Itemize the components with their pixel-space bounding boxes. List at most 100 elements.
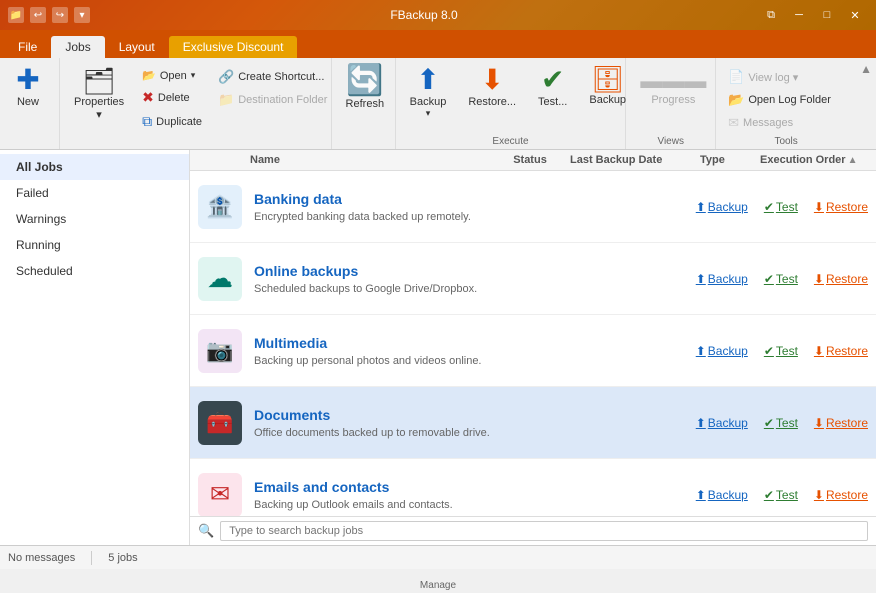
open-button[interactable]: 📂 Open ▾ xyxy=(136,66,208,85)
col-status: Status xyxy=(490,154,570,166)
job-desc-emails: Backing up Outlook emails and contacts. xyxy=(254,499,696,511)
tools-col: 📄 View log ▾ 📂 Open Log Folder ✉ Message… xyxy=(722,62,837,134)
sidebar-item-warnings[interactable]: Warnings xyxy=(0,206,189,232)
down-arrow-icon[interactable]: ▾ xyxy=(74,7,90,23)
job-row-emails[interactable]: ✉ Emails and contacts Backing up Outlook… xyxy=(190,459,876,516)
redo-icon[interactable]: ↪ xyxy=(52,7,68,23)
job-actions-emails: ⬆ Backup ✔ Test ⬇ Restore xyxy=(696,488,868,502)
column-headers: Name Status Last Backup Date Type Execut… xyxy=(190,150,876,171)
ribbon-tabs: File Jobs Layout Exclusive Discount xyxy=(0,30,876,58)
tools-content: 📄 View log ▾ 📂 Open Log Folder ✉ Message… xyxy=(722,62,837,134)
status-divider xyxy=(91,551,92,565)
job-desc-online: Scheduled backups to Google Drive/Dropbo… xyxy=(254,283,696,295)
online-backup-link[interactable]: ⬆ Backup xyxy=(696,272,748,286)
job-row-online[interactable]: ☁ Online backups Scheduled backups to Go… xyxy=(190,243,876,315)
emails-test-link[interactable]: ✔ Test xyxy=(764,488,798,502)
refresh-content: 🔄 Refresh xyxy=(338,62,393,147)
job-list-area: Name Status Last Backup Date Type Execut… xyxy=(190,150,876,545)
tab-layout[interactable]: Layout xyxy=(105,36,169,58)
job-title-banking: Banking data xyxy=(254,191,696,207)
tab-jobs[interactable]: Jobs xyxy=(51,36,104,58)
restore-button[interactable]: ⬇ Restore... xyxy=(460,62,524,112)
views-group-label: Views xyxy=(632,136,709,147)
app-title: FBackup 8.0 xyxy=(90,8,758,22)
refresh-button[interactable]: 🔄 Refresh xyxy=(338,62,393,114)
job-actions-online: ⬆ Backup ✔ Test ⬇ Restore xyxy=(696,272,868,286)
sidebar-item-running[interactable]: Running xyxy=(0,232,189,258)
minimize-button[interactable]: ─ xyxy=(786,6,812,24)
open-log-folder-button[interactable]: 📂 Open Log Folder xyxy=(722,89,837,111)
close-button[interactable]: ✕ xyxy=(842,6,868,24)
job-info-documents: Documents Office documents backed up to … xyxy=(254,407,696,439)
maximize-button[interactable]: □ xyxy=(814,6,840,24)
app-icon: 📁 xyxy=(8,7,24,23)
restore-button[interactable]: ⧉ xyxy=(758,6,784,24)
destination-folder-button[interactable]: 📁 Destination Folder xyxy=(212,89,333,111)
test-button[interactable]: ✔ Test... xyxy=(530,62,575,112)
col-order-label: Execution Order xyxy=(760,154,846,166)
progress-icon: ▬▬▬ xyxy=(640,70,706,92)
test-label: Test... xyxy=(538,96,567,108)
job-actions-multimedia: ⬆ Backup ✔ Test ⬇ Restore xyxy=(696,344,868,358)
job-icon-emails: ✉ xyxy=(198,473,242,517)
sidebar: All Jobs Failed Warnings Running Schedul… xyxy=(0,150,190,545)
view-log-button[interactable]: 📄 View log ▾ xyxy=(722,66,837,88)
emails-backup-link[interactable]: ⬆ Backup xyxy=(696,488,748,502)
new-button[interactable]: ✚ New xyxy=(6,62,50,112)
new-label: New xyxy=(17,96,39,108)
multimedia-backup-link[interactable]: ⬆ Backup xyxy=(696,344,748,358)
progress-label: Progress xyxy=(651,94,695,106)
documents-backup-link[interactable]: ⬆ Backup xyxy=(696,416,748,430)
undo-icon[interactable]: ↩ xyxy=(30,7,46,23)
ribbon-collapse-icon[interactable]: ▲ xyxy=(856,58,876,80)
properties-button[interactable]: 🗂 Properties ▾ xyxy=(66,64,132,125)
delete-label: Delete xyxy=(158,92,190,104)
open-log-folder-icon: 📂 xyxy=(728,92,744,108)
create-shortcut-icon: 🔗 xyxy=(218,69,234,85)
delete-icon: ✖ xyxy=(142,89,154,106)
tab-file[interactable]: File xyxy=(4,36,51,58)
backup-button[interactable]: ⬆ Backup ▾ xyxy=(402,62,455,123)
banking-backup-link[interactable]: ⬆ Backup xyxy=(696,200,748,214)
ribbon-group-manage: 🗂 Properties ▾ 📂 Open ▾ ✖ Delete ⧉ Dupli… xyxy=(60,58,332,149)
job-row-multimedia[interactable]: 📷 Multimedia Backing up personal photos … xyxy=(190,315,876,387)
job-icon-online: ☁ xyxy=(198,257,242,301)
online-restore-link[interactable]: ⬇ Restore xyxy=(814,272,868,286)
col-name: Name xyxy=(190,154,490,166)
sidebar-item-failed[interactable]: Failed xyxy=(0,180,189,206)
job-info-banking: Banking data Encrypted banking data back… xyxy=(254,191,696,223)
sidebar-item-scheduled[interactable]: Scheduled xyxy=(0,258,189,284)
emails-restore-link[interactable]: ⬇ Restore xyxy=(814,488,868,502)
backup-icon: ⬆ xyxy=(416,66,439,94)
duplicate-button[interactable]: ⧉ Duplicate xyxy=(136,110,208,133)
job-info-online: Online backups Scheduled backups to Goog… xyxy=(254,263,696,295)
documents-test-link[interactable]: ✔ Test xyxy=(764,416,798,430)
banking-test-link[interactable]: ✔ Test xyxy=(764,200,798,214)
job-title-multimedia: Multimedia xyxy=(254,335,696,351)
search-input[interactable] xyxy=(220,521,868,541)
multimedia-test-link[interactable]: ✔ Test xyxy=(764,344,798,358)
job-row-documents[interactable]: 🧰 Documents Office documents backed up t… xyxy=(190,387,876,459)
documents-restore-link[interactable]: ⬇ Restore xyxy=(814,416,868,430)
banking-restore-link[interactable]: ⬇ Restore xyxy=(814,200,868,214)
test-icon: ✔ xyxy=(541,66,564,94)
execute-group-label: Execute xyxy=(402,136,620,147)
status-bar: No messages 5 jobs xyxy=(0,545,876,569)
progress-button[interactable]: ▬▬▬ Progress xyxy=(632,62,714,110)
duplicate-icon: ⧉ xyxy=(142,113,152,130)
tab-exclusive-discount[interactable]: Exclusive Discount xyxy=(169,36,298,58)
refresh-icon: 🔄 xyxy=(346,66,383,96)
online-test-link[interactable]: ✔ Test xyxy=(764,272,798,286)
sidebar-item-all-jobs[interactable]: All Jobs xyxy=(0,154,189,180)
job-title-emails: Emails and contacts xyxy=(254,479,696,495)
job-row-banking[interactable]: 🏦 Banking data Encrypted banking data ba… xyxy=(190,171,876,243)
ribbon-new-content: ✚ New xyxy=(6,62,50,147)
search-icon: 🔍 xyxy=(198,523,214,539)
messages-button[interactable]: ✉ Messages xyxy=(722,112,837,134)
multimedia-restore-link[interactable]: ⬇ Restore xyxy=(814,344,868,358)
col-type: Type xyxy=(700,154,760,166)
delete-button[interactable]: ✖ Delete xyxy=(136,86,208,109)
sort-arrow-icon: ▲ xyxy=(848,155,858,166)
create-shortcut-button[interactable]: 🔗 Create Shortcut... xyxy=(212,66,333,88)
col-order: Execution Order ▲ xyxy=(760,154,876,166)
